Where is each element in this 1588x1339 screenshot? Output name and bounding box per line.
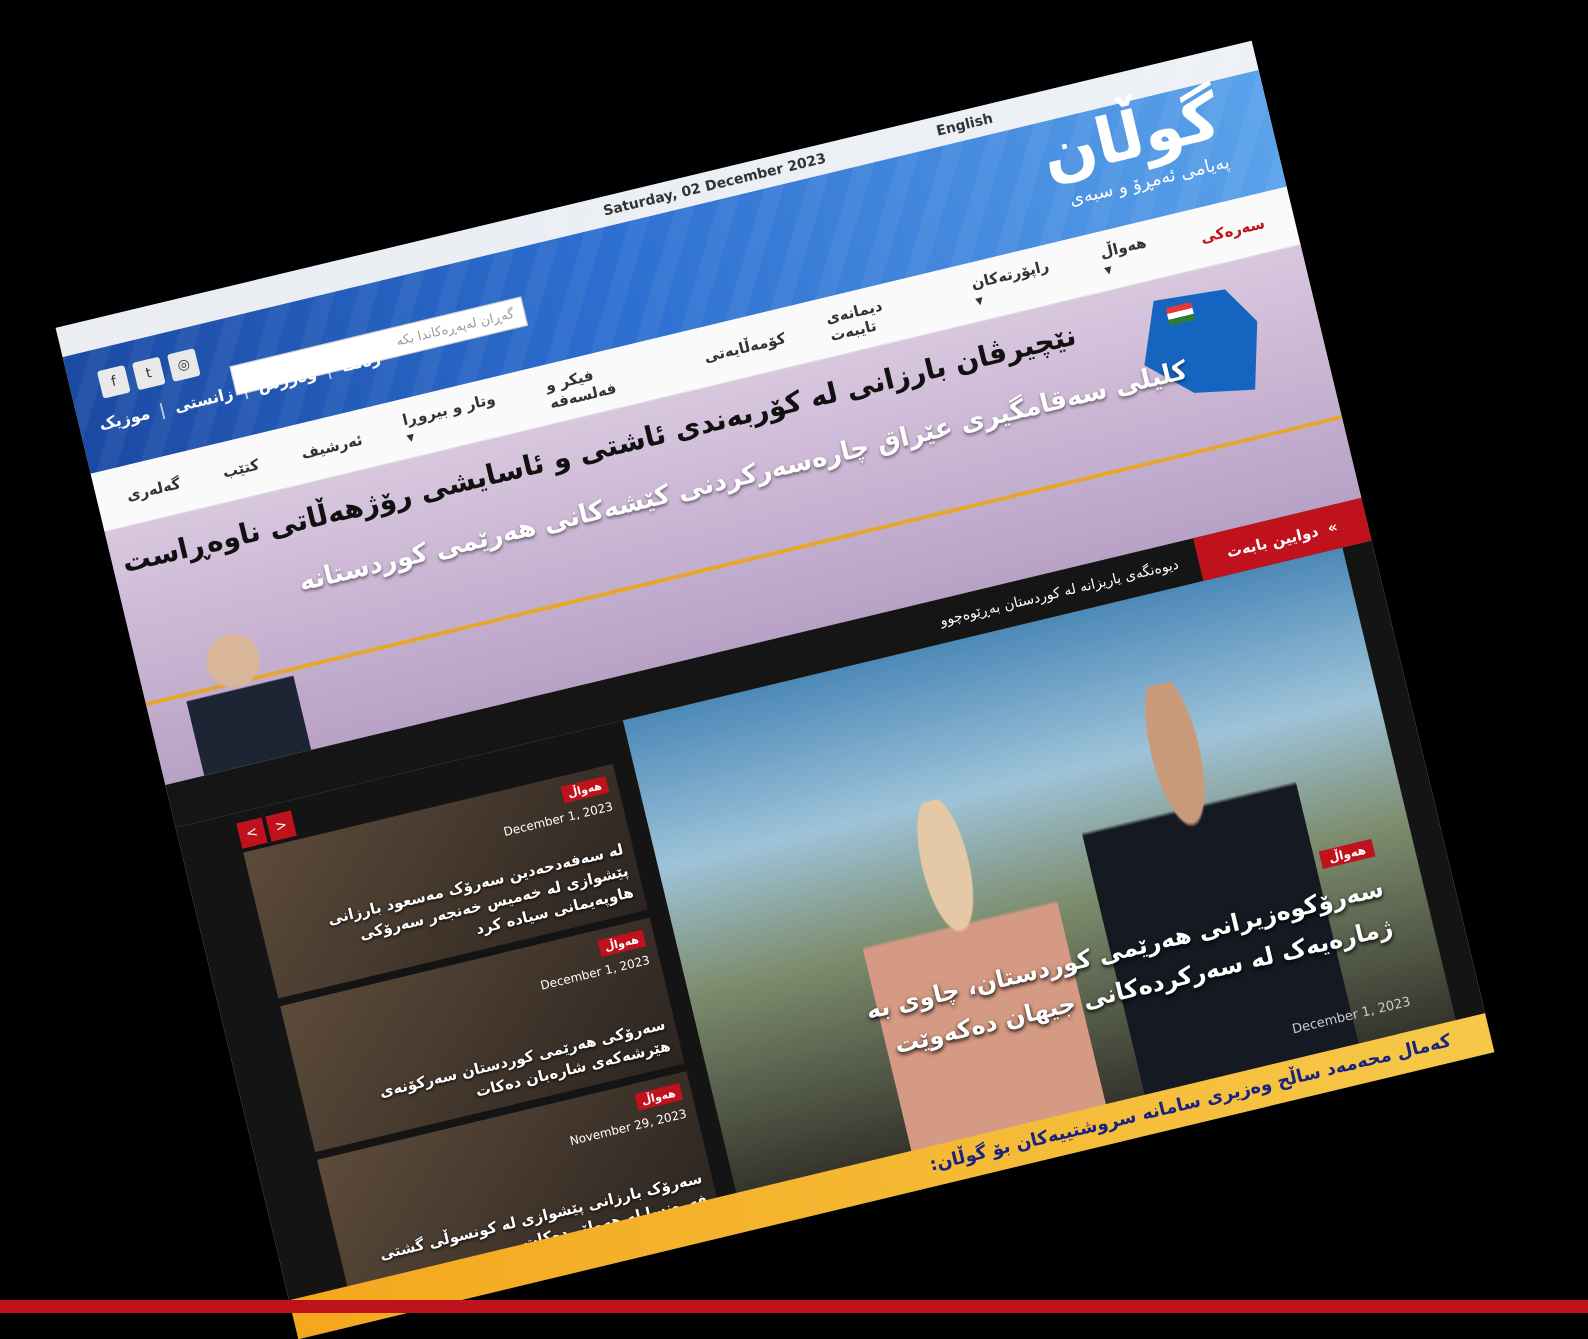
next-arrow-icon[interactable]: > (265, 810, 297, 842)
toplink-science[interactable]: زانستی (172, 384, 234, 416)
instagram-icon[interactable]: ◎ (166, 348, 201, 382)
item-date: December 1, 2023 (539, 952, 652, 993)
bottom-accent-strip (0, 1300, 1588, 1313)
category-badge: هەواڵ (633, 1083, 684, 1111)
nav-item-social[interactable]: کۆمەڵایەتی (702, 329, 787, 366)
category-badge: هەواڵ (597, 929, 647, 957)
social-links: f t ◎ (96, 348, 201, 399)
double-chevron-icon: « (1325, 517, 1340, 538)
prev-arrow-icon[interactable]: < (236, 817, 268, 849)
nav-item-news[interactable]: هەواڵ ▾ (1098, 230, 1162, 279)
facebook-icon[interactable]: f (96, 364, 131, 399)
toplink-music[interactable]: موزیک (97, 404, 152, 435)
nav-item-gallery[interactable]: گەلەری (125, 474, 183, 504)
current-date: Saturday, 02 December 2023 (601, 150, 828, 220)
item-date: November 29, 2023 (568, 1106, 689, 1149)
banner-portrait (171, 613, 312, 776)
nav-item-archive[interactable]: ئەرشیف (299, 430, 364, 462)
item-date: December 1, 2023 (502, 799, 615, 840)
website-page: Saturday, 02 December 2023 English گوڵان… (55, 40, 1495, 1339)
nav-item-books[interactable]: کتێب (221, 455, 261, 481)
category-badge: هەواڵ (560, 775, 610, 804)
nav-item-reports[interactable]: راپۆرتەکان ▾ (969, 254, 1063, 310)
twitter-icon[interactable]: t (131, 356, 166, 391)
nav-item-opinion[interactable]: وتار و بیروڕا ▾ (400, 387, 509, 446)
category-badge: هەواڵ (1319, 838, 1376, 869)
nav-item-home[interactable]: سەرەکی (1199, 214, 1267, 247)
language-switch[interactable]: English (935, 111, 995, 140)
